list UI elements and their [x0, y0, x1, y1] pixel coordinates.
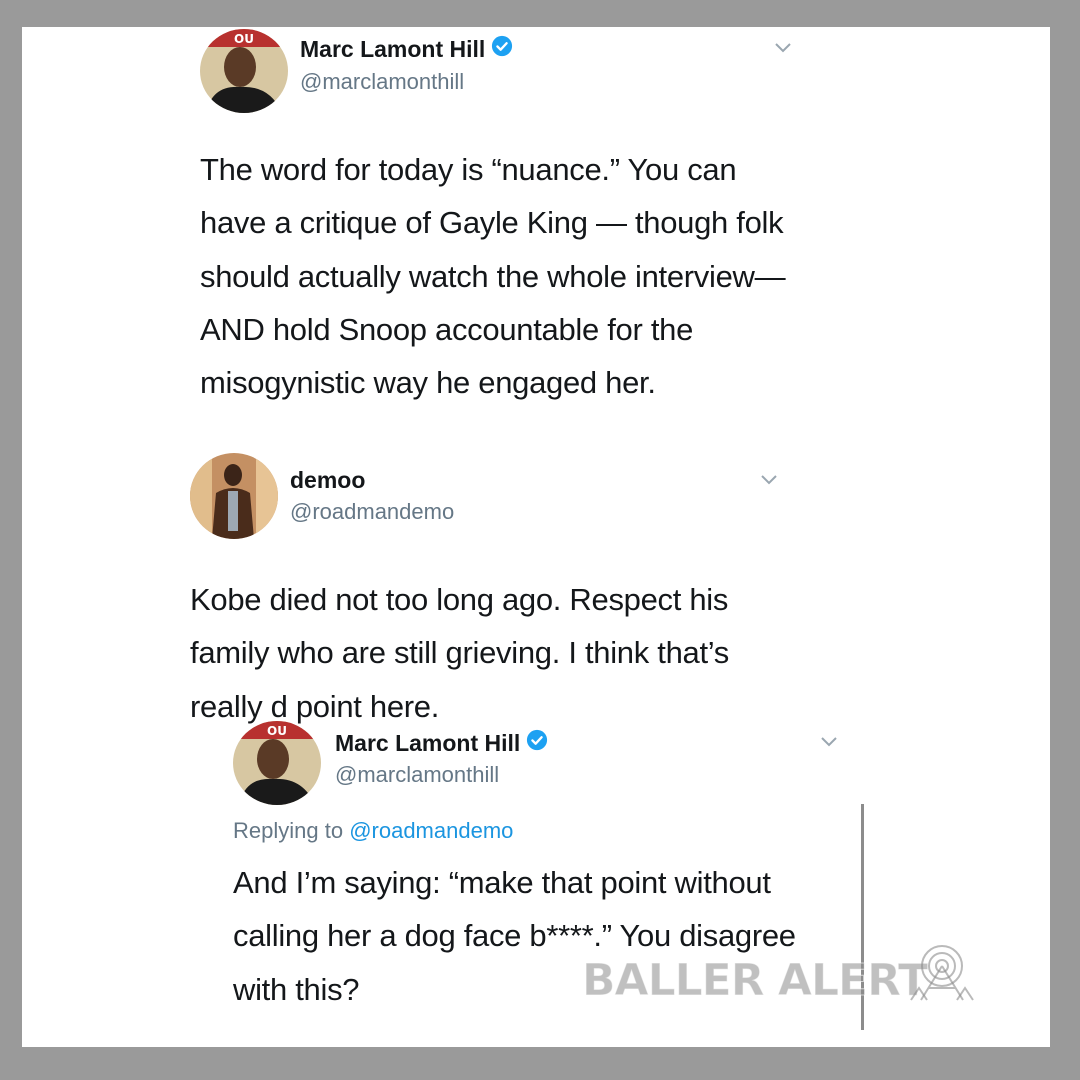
display-name[interactable]: Marc Lamont Hill — [300, 35, 513, 63]
verified-badge-icon — [526, 729, 548, 757]
replying-to-handle-link[interactable]: @roadmandemo — [349, 818, 513, 843]
handle[interactable]: @marclamonthill — [300, 69, 464, 95]
chevron-down-icon[interactable] — [774, 41, 792, 59]
display-name-label: Marc Lamont Hill — [335, 729, 521, 756]
svg-text:OU: OU — [267, 724, 287, 738]
chevron-down-icon[interactable] — [820, 735, 838, 753]
avatar[interactable]: OU — [233, 721, 321, 805]
handle[interactable]: @roadmandemo — [290, 499, 454, 525]
watermark: BALLER ALERT — [582, 955, 929, 1007]
tweet-text: The word for today is “nuance.” You can … — [200, 152, 786, 401]
avatar[interactable]: OU — [200, 29, 288, 113]
display-name[interactable]: Marc Lamont Hill — [335, 729, 548, 757]
display-name-label: demoo — [290, 467, 366, 493]
handle[interactable]: @marclamonthill — [335, 762, 499, 788]
baller-alert-tower-icon — [907, 942, 977, 1009]
display-name[interactable]: demoo — [290, 467, 365, 494]
chevron-down-icon[interactable] — [760, 473, 778, 491]
screenshot-card: OU Marc Lamont Hill @marclamonthill The … — [22, 27, 1050, 1047]
replying-to-label: Replying to — [233, 818, 350, 843]
display-name-label: Marc Lamont Hill — [300, 35, 486, 62]
tweet-text: Kobe died not too long ago. Respect his … — [190, 582, 729, 724]
replying-to: Replying to @roadmandemo — [233, 818, 513, 844]
avatar[interactable] — [190, 453, 278, 539]
svg-text:OU: OU — [234, 32, 254, 46]
verified-badge-icon — [491, 35, 513, 63]
